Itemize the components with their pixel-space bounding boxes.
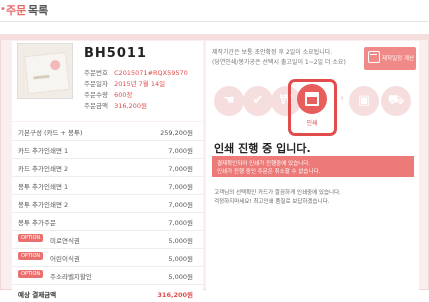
card-image (24, 51, 70, 95)
order-quantity-label: 주문수량 (84, 91, 108, 99)
status-description: 고객님의 선택확인 카드가 깔끔하게 인쇄중에 있습니다. (214, 190, 341, 196)
order-date-value: 2015년 7월 14일 (114, 80, 166, 88)
step-packing: ▣ (349, 86, 379, 116)
price-row: 카드 추가인쇄면 1 7,000원 (12, 140, 203, 159)
status-title: 인쇄 진행 중 입니다. (214, 142, 311, 155)
option-badge: OPTION (18, 234, 44, 242)
step-shipping: ⛟ (381, 86, 411, 116)
price-row: 봉투 추가인쇄면 2 7,000원 (12, 194, 203, 213)
status-alert: 결제확인되어 인쇄가 진행중에 있습니다. 인쇄가 진행 중인 주문은 취소할 … (212, 156, 414, 177)
price-row: 기본구성 (카드 + 봉투) 259,200원 (12, 122, 203, 141)
step-hand: ☚ (214, 86, 244, 116)
title-divider (0, 21, 429, 22)
page-header: • 주문 목록 (0, 0, 429, 26)
order-amount-row: 주문금액 316,200원 (84, 100, 147, 110)
price-breakdown-table: 기본구성 (카드 + 봉투) 259,200원 카드 추가인쇄면 1 7,000… (12, 122, 203, 299)
page-title-accent: 주문 (6, 4, 27, 17)
total-value: 316,200원 (157, 291, 193, 299)
step-print (297, 84, 327, 114)
order-number-label: 주문번호 (84, 69, 108, 77)
price-row: 카드 추가인쇄면 2 7,000원 (12, 158, 203, 177)
option-row: OPTION 주소라벨지할인 5,000원 (12, 266, 203, 285)
order-amount-value: 316,200원 (114, 102, 147, 110)
status-description-2: 걱정하지마세요! 최고인쇄 품질로 보답하겠습니다. (214, 199, 330, 205)
order-panel-top-bar (0, 34, 429, 40)
order-number-value: C2015071#RQX59570 (114, 69, 188, 77)
option-row: OPTION 어린이식권 5,000원 (12, 248, 203, 267)
production-notice: 제작기간은 보통 초안확정 후 2일이 소요됩니다. (당연인쇄/봉가공은 선택… (212, 49, 346, 66)
print-icon (305, 92, 319, 106)
option-row: OPTION 미로연식권 5,000원 (12, 230, 203, 249)
order-quantity-row: 주문수량 600장 (84, 89, 132, 99)
order-number-row: 주문번호 C2015071#RQX59570 (84, 67, 188, 77)
price-row: 봉투 추가인쇄면 1 7,000원 (12, 176, 203, 195)
product-thumbnail[interactable] (17, 43, 73, 99)
calendar-icon (368, 51, 380, 63)
total-row: 예상 결제금액 316,200원 (12, 284, 203, 302)
hand-icon: ☚ (223, 93, 235, 108)
order-date-row: 주문일자 2015년 7월 14일 (84, 78, 165, 88)
product-code: BH5011 (84, 46, 147, 61)
check-icon: ✔ (252, 93, 264, 108)
option-badge: OPTION (18, 252, 44, 260)
schedule-calc-button[interactable]: 제작일정 계산 (364, 47, 416, 70)
price-row: 봉투 추가주문 7,000원 (12, 212, 203, 231)
total-label: 예상 결제금액 (18, 291, 57, 299)
truck-icon: ⛟ (387, 93, 405, 108)
option-badge: OPTION (18, 270, 44, 278)
step-print-label: 인쇄 (306, 120, 318, 127)
step-confirm: ✔ (243, 86, 273, 116)
page-title: 목록 (28, 4, 49, 17)
order-amount-label: 주문금액 (84, 102, 108, 110)
order-date-label: 주문일자 (84, 80, 108, 88)
box-icon: ▣ (357, 93, 371, 108)
order-quantity-value: 600장 (114, 91, 133, 99)
chevron-right-icon: › (340, 93, 344, 104)
